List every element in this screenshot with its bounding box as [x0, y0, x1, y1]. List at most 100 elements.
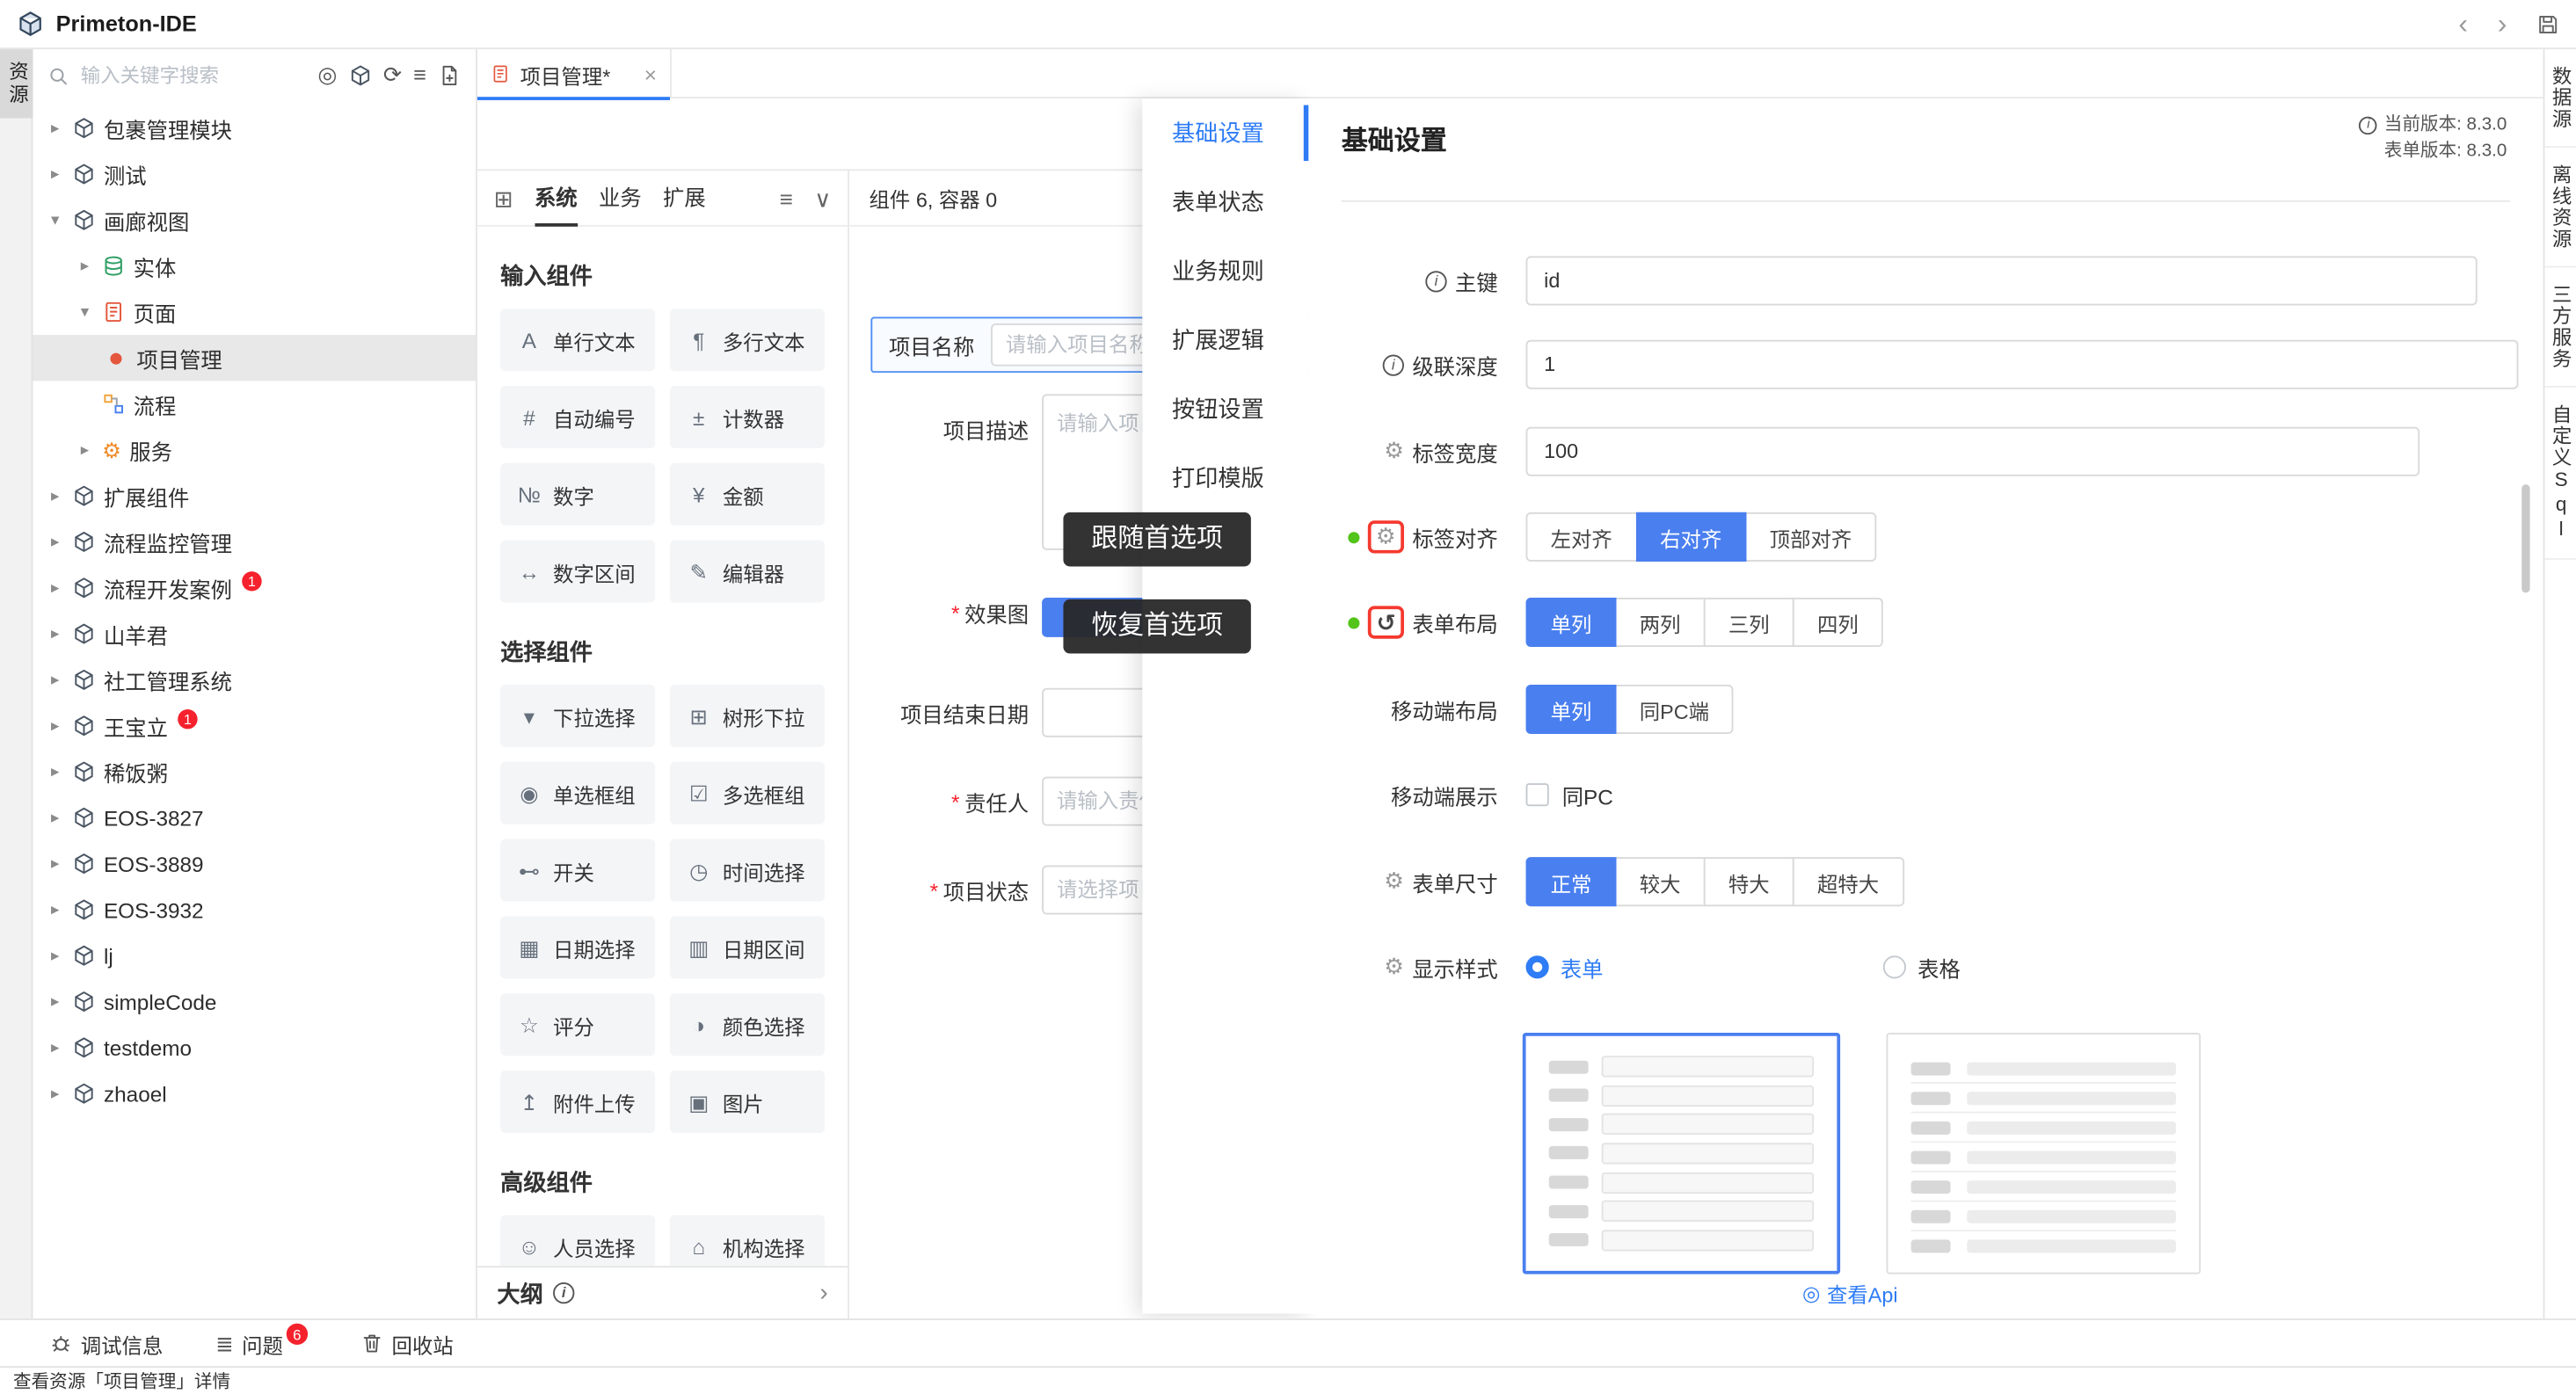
forward-icon[interactable]: › [2498, 10, 2507, 38]
settings-menu-button-settings[interactable]: 按钮设置 [1142, 374, 1308, 443]
palette-item[interactable]: ¥金额 [670, 463, 825, 526]
chevron-right-icon[interactable]: ▸ [46, 671, 64, 689]
settings-menu-extend-logic[interactable]: 扩展逻辑 [1142, 305, 1308, 374]
tree-item[interactable]: ▸EOS-3889 [33, 840, 476, 886]
chevron-down-icon[interactable]: ▾ [46, 211, 64, 229]
chevron-right-icon[interactable]: ▸ [46, 165, 64, 184]
reset-icon[interactable]: ↺ [1377, 611, 1396, 634]
rail-tab-third-party-services[interactable]: 三方服务 [2544, 268, 2576, 388]
palette-item[interactable]: ☺人员选择 [500, 1215, 655, 1266]
palette-item[interactable]: ☑多选框组 [670, 762, 825, 824]
palette-tab-business[interactable]: 业务 [599, 170, 642, 226]
cascade-depth-input[interactable] [1526, 340, 2519, 389]
chevron-right-icon[interactable]: ▸ [76, 257, 94, 275]
palette-item[interactable]: ◉单选框组 [500, 762, 655, 824]
recycle-bin-button[interactable]: 回收站 [360, 1327, 454, 1358]
tree-item[interactable]: ▸扩展组件 [33, 473, 476, 519]
form-style-preview[interactable] [1523, 1033, 1840, 1274]
tree-item[interactable]: ▸稀饭粥 [33, 749, 476, 795]
close-icon[interactable]: × [644, 62, 657, 86]
chevron-right-icon[interactable]: ▸ [46, 579, 64, 598]
gear-icon[interactable]: ⚙ [1376, 526, 1396, 548]
grid-view-icon[interactable]: ⊞ [494, 186, 513, 209]
palette-item[interactable]: ▣图片 [670, 1071, 825, 1133]
palette-item[interactable]: ▥日期区间 [670, 916, 825, 978]
back-icon[interactable]: ‹ [2458, 10, 2468, 38]
chevron-right-icon[interactable]: ▸ [46, 119, 64, 137]
tree-item[interactable]: ▸山羊君 [33, 611, 476, 657]
form-size-xxlarge[interactable]: 超特大 [1793, 857, 1903, 906]
outline-bar[interactable]: 大纲 i › [477, 1266, 848, 1318]
refresh-icon[interactable]: ⟳ [383, 64, 402, 86]
primary-key-input[interactable] [1526, 256, 2478, 305]
form-layout-four[interactable]: 四列 [1793, 598, 1883, 647]
mobile-layout-same-pc[interactable]: 同PC端 [1615, 685, 1735, 734]
settings-menu-print-template[interactable]: 打印模版 [1142, 443, 1308, 512]
tree-item[interactable]: ▸流程开发案例1 [33, 565, 476, 611]
chevron-down-icon[interactable]: ∨ [814, 186, 831, 209]
tree-item[interactable]: 流程 [33, 381, 476, 426]
tree-item[interactable]: ▸社工管理系统 [33, 657, 476, 702]
tree-item[interactable]: ▸⚙服务 [33, 427, 476, 473]
tree-item[interactable]: ▾画廊视图 [33, 197, 476, 243]
palette-item[interactable]: ◷时间选择 [670, 839, 825, 902]
palette-item[interactable]: ✎编辑器 [670, 541, 825, 603]
chevron-right-icon[interactable]: ▸ [46, 809, 64, 827]
chevron-right-icon[interactable]: ▸ [46, 487, 64, 505]
palette-item[interactable]: ↥附件上传 [500, 1071, 655, 1133]
settings-menu-form-state[interactable]: 表单状态 [1142, 168, 1308, 236]
tree-item[interactable]: ▸实体 [33, 243, 476, 288]
scrollbar-thumb[interactable] [2521, 484, 2529, 592]
save-icon[interactable] [2536, 12, 2559, 35]
package-tool-icon[interactable] [349, 64, 372, 87]
palette-item[interactable]: ⌂机构选择 [670, 1215, 825, 1266]
chevron-right-icon[interactable]: ▸ [46, 854, 64, 873]
palette-item[interactable]: ☆评分 [500, 993, 655, 1056]
palette-item[interactable]: ▾下拉选择 [500, 685, 655, 747]
chevron-right-icon[interactable]: ▸ [46, 901, 64, 919]
tree-item[interactable]: ▸流程监控管理 [33, 519, 476, 564]
editor-tab-project-management[interactable]: 项目管理* × [477, 49, 672, 98]
palette-item[interactable]: ⊷开关 [500, 839, 655, 902]
settings-menu-basic[interactable]: 基础设置 [1142, 98, 1308, 167]
debug-info-button[interactable]: 调试信息 [49, 1327, 163, 1358]
rail-tab-offline-resources[interactable]: 离线资源 [2544, 148, 2576, 267]
chevron-right-icon[interactable]: ▸ [46, 716, 64, 735]
import-resource-icon[interactable] [438, 64, 461, 87]
label-align-right[interactable]: 右对齐 [1635, 512, 1746, 562]
tree-item[interactable]: ▸simpleCode [33, 978, 476, 1024]
rail-tab-datasource[interactable]: 数据源 [2544, 49, 2576, 148]
form-size-large[interactable]: 较大 [1615, 857, 1706, 906]
tree-item[interactable]: ▸测试 [33, 151, 476, 197]
display-style-form-radio[interactable] [1526, 955, 1549, 978]
scan-icon[interactable]: ◎ [317, 64, 337, 86]
chevron-right-icon[interactable]: › [819, 1279, 827, 1307]
list-layout-icon[interactable]: ≡ [780, 186, 793, 209]
tree-item[interactable]: ▸王宝立1 [33, 703, 476, 749]
chevron-right-icon[interactable]: ▸ [46, 947, 64, 965]
palette-item[interactable]: ±计数器 [670, 386, 825, 448]
palette-item[interactable]: A单行文本 [500, 309, 655, 371]
palette-item[interactable]: ◑颜色选择 [670, 993, 825, 1056]
tree-item-selected[interactable]: 项目管理 [33, 335, 476, 381]
mobile-layout-single[interactable]: 单列 [1526, 685, 1617, 734]
label-align-left[interactable]: 左对齐 [1526, 512, 1637, 562]
tree-item[interactable]: ▸EOS-3932 [33, 887, 476, 933]
chevron-right-icon[interactable]: ▸ [76, 441, 94, 460]
label-align-top[interactable]: 顶部对齐 [1745, 512, 1877, 562]
palette-item[interactable]: ¶多行文本 [670, 309, 825, 371]
table-style-preview[interactable] [1887, 1033, 2201, 1274]
tree-item[interactable]: ▾页面 [33, 289, 476, 335]
tree-item[interactable]: ▸lj [33, 933, 476, 978]
rail-tab-resources[interactable]: 资源 [0, 49, 33, 118]
palette-item[interactable]: #自动编号 [500, 386, 655, 448]
label-width-input[interactable] [1526, 427, 2420, 476]
form-layout-three[interactable]: 三列 [1704, 598, 1794, 647]
rail-tab-custom-sql[interactable]: 自定义Sql [2544, 388, 2576, 560]
palette-tab-system[interactable]: 系统 [535, 170, 578, 226]
chevron-right-icon[interactable]: ▸ [46, 763, 64, 781]
palette-item[interactable]: ↔数字区间 [500, 541, 655, 603]
same-as-pc-checkbox[interactable] [1526, 783, 1549, 806]
palette-item[interactable]: ▦日期选择 [500, 916, 655, 978]
tree-item[interactable]: ▸EOS-3827 [33, 795, 476, 840]
